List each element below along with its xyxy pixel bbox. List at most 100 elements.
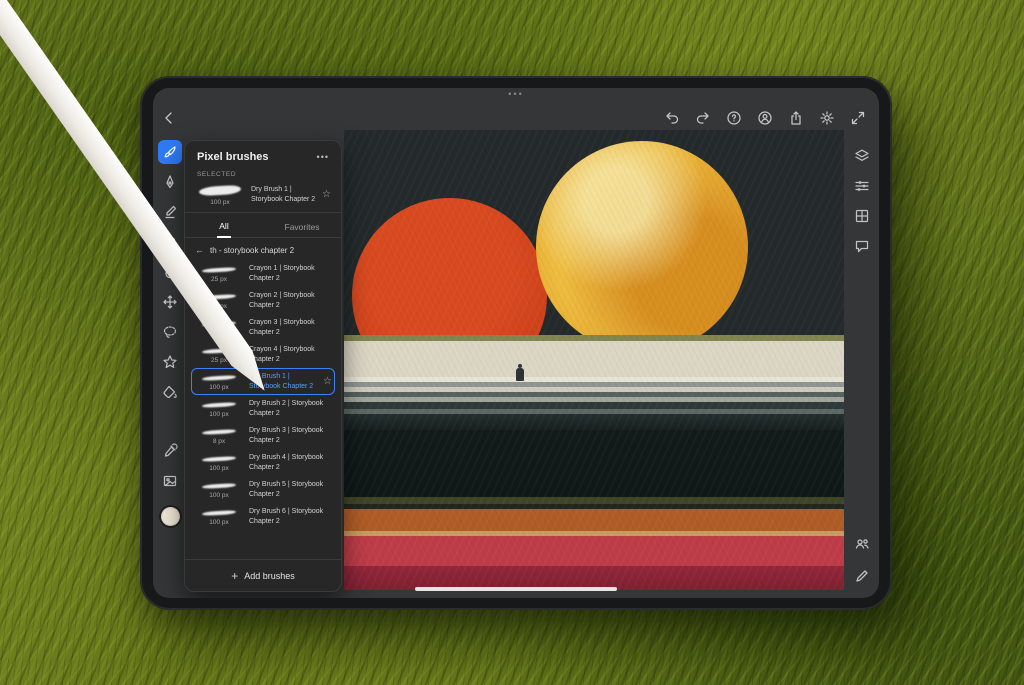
brush-name: Dry Brush 3 | Storybook Chapter 2 [249, 426, 332, 445]
panel-title: Pixel brushes [197, 151, 269, 163]
brush-size: 100 px [194, 384, 244, 391]
collaborate-icon [854, 536, 870, 552]
right-toolbar-top [844, 147, 879, 255]
marker-tool[interactable] [158, 200, 182, 224]
brush-name: Dry Brush 1 | Storybook Chapter 2 [251, 185, 316, 204]
tablet: ••• Pixel brushes ••• SELECTED [140, 76, 892, 610]
fullscreen-icon [850, 110, 866, 126]
brush-stroke-preview [200, 427, 238, 437]
layers-button[interactable] [853, 147, 871, 165]
panel-menu-button[interactable]: ••• [317, 152, 329, 162]
brush-thumbnail: 100 px [194, 508, 244, 526]
brush-name: Dry Brush 4 | Storybook Chapter 2 [249, 453, 332, 472]
help-button[interactable] [725, 109, 743, 127]
color-swatch[interactable] [161, 507, 180, 526]
redo-icon [695, 110, 711, 126]
adjustments-button[interactable] [853, 177, 871, 195]
fill-tool[interactable] [158, 380, 182, 404]
brush-size: 100 px [195, 199, 245, 206]
home-indicator[interactable] [415, 587, 617, 591]
brush-thumbnail: 8 px [194, 427, 244, 445]
brush-thumbnail: 100 px [195, 183, 245, 206]
redo-button[interactable] [694, 109, 712, 127]
brush-stroke-preview [200, 508, 238, 518]
brush-name: Dry Brush 6 | Storybook Chapter 2 [249, 507, 332, 526]
artwork-canvas[interactable] [344, 130, 844, 590]
share-button[interactable] [787, 109, 805, 127]
brush-row[interactable]: 100 pxDry Brush 2 | Storybook Chapter 2 [191, 395, 335, 422]
eyedropper-tool-icon [162, 443, 178, 459]
app-screen: ••• Pixel brushes ••• SELECTED [153, 88, 879, 598]
add-brushes-button[interactable]: + Add brushes [185, 559, 341, 591]
brush-group-label: th - storybook chapter 2 [210, 246, 294, 255]
selected-brush[interactable]: 100 px Dry Brush 1 | Storybook Chapter 2… [185, 179, 341, 212]
plus-icon: + [231, 570, 238, 582]
figure-silhouette [516, 368, 524, 381]
grid-button[interactable] [853, 207, 871, 225]
brush-thumbnail: 100 px [194, 481, 244, 499]
brush-stroke-preview [200, 373, 238, 383]
left-toolbar [153, 132, 187, 598]
selected-label: SELECTED [185, 169, 341, 179]
tab-favorites[interactable]: Favorites [263, 213, 341, 237]
brush-group-header[interactable]: ← th - storybook chapter 2 [185, 238, 341, 259]
add-brushes-label: Add brushes [244, 571, 295, 581]
brush-size: 100 px [194, 465, 244, 472]
back-button[interactable] [159, 108, 179, 128]
brush-stroke-preview [200, 481, 238, 491]
brush-name: Dry Brush 5 | Storybook Chapter 2 [249, 480, 332, 499]
brush-name: Crayon 3 | Storybook Chapter 2 [249, 318, 332, 337]
brush-thumbnail: 100 px [194, 400, 244, 418]
brush-tool-icon [162, 144, 178, 160]
brush-size: 8 px [194, 438, 244, 445]
eyedropper-tool[interactable] [158, 439, 182, 463]
account-button[interactable] [756, 109, 774, 127]
favorite-star-icon[interactable]: ☆ [322, 190, 331, 200]
multitask-indicator[interactable]: ••• [153, 89, 879, 99]
lasso-tool[interactable] [158, 320, 182, 344]
edit-icon [854, 568, 870, 584]
settings-icon [819, 110, 835, 126]
brush-tool[interactable] [158, 140, 182, 164]
undo-button[interactable] [663, 109, 681, 127]
brush-row[interactable]: 8 px Dry Brush 3 | Storybook Chapter 2 [191, 422, 335, 449]
edit-button[interactable] [853, 567, 871, 585]
brush-size: 100 px [194, 411, 244, 418]
brush-row[interactable]: 100 px Dry Brush 4 | Storybook Chapter 2 [191, 449, 335, 476]
brush-row[interactable]: 100 pxDry Brush 1 | Storybook Chapter 2☆ [191, 368, 335, 395]
brush-row[interactable]: 100 px Dry Brush 6 | Storybook Chapter 2 [191, 503, 335, 530]
brush-thumbnail: 100 px [194, 373, 244, 391]
yellow-sun [536, 141, 748, 353]
fill-tool-icon [162, 384, 178, 400]
layers-icon [854, 148, 870, 164]
brush-name: Crayon 4 | Storybook Chapter 2 [249, 345, 332, 364]
panel-tabs: All Favorites [185, 213, 341, 238]
comments-button[interactable] [853, 237, 871, 255]
brush-thumbnail: 100 px [194, 454, 244, 472]
move-tool-icon [162, 294, 178, 310]
pencil-tool[interactable] [158, 170, 182, 194]
image-tool[interactable] [158, 469, 182, 493]
brushes-panel: Pixel brushes ••• SELECTED 100 px Dry Br… [184, 140, 342, 592]
help-icon [726, 110, 742, 126]
tab-all[interactable]: All [185, 213, 263, 237]
brush-row[interactable]: 100 px Dry Brush 5 | Storybook Chapter 2 [191, 476, 335, 503]
move-tool[interactable] [158, 290, 182, 314]
brush-row[interactable]: 25 pxCrayon 4 | Storybook Chapter 2 [191, 341, 335, 368]
horizon-bands [344, 335, 844, 590]
chevron-left-icon [161, 110, 177, 126]
image-tool-icon [162, 473, 178, 489]
brush-stroke-preview [200, 265, 238, 275]
account-icon [757, 110, 773, 126]
grid-icon [854, 208, 870, 224]
favorite-star-icon[interactable]: ☆ [323, 377, 332, 387]
lasso-tool-icon [162, 324, 178, 340]
fullscreen-button[interactable] [849, 109, 867, 127]
settings-button[interactable] [818, 109, 836, 127]
shape-tool[interactable] [158, 350, 182, 374]
brush-stroke-preview [200, 400, 238, 410]
brush-name: Crayon 1 | Storybook Chapter 2 [249, 264, 332, 283]
collaborate-button[interactable] [853, 535, 871, 553]
brush-row[interactable]: 25 pxCrayon 1 | Storybook Chapter 2 [191, 260, 335, 287]
shape-tool-icon [162, 354, 178, 370]
